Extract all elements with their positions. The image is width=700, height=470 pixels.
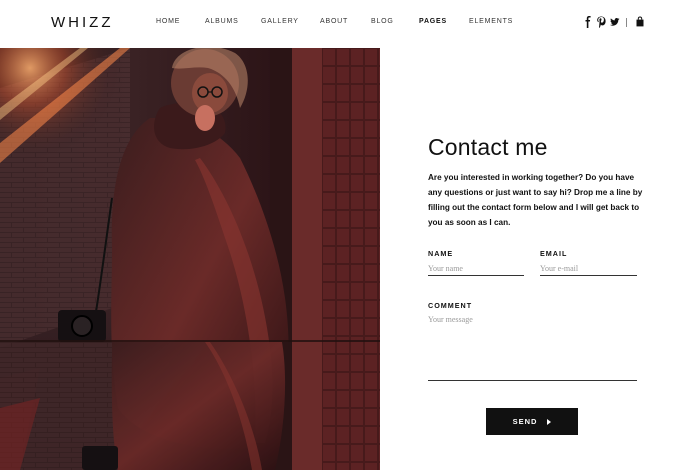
comment-label: COMMENT (428, 301, 473, 310)
nav-item-elements[interactable]: ELEMENTS (469, 18, 513, 25)
arrow-right-icon (547, 418, 552, 425)
pinterest-icon[interactable] (596, 16, 606, 29)
hero-photo (0, 48, 380, 470)
comment-textarea[interactable] (428, 315, 637, 381)
twitter-icon[interactable] (610, 16, 620, 28)
nav-item-albums[interactable]: ALBUMS (205, 18, 239, 25)
send-button[interactable]: SEND (486, 408, 578, 435)
name-label: NAME (428, 249, 454, 258)
nav-item-home[interactable]: HOME (156, 18, 180, 25)
nav-item-blog[interactable]: BLOG (371, 18, 394, 25)
email-label: EMAIL (540, 249, 568, 258)
contact-title: Contact me (428, 134, 548, 160)
shopping-bag-icon[interactable] (635, 16, 645, 28)
nav-item-about[interactable]: ABOUT (320, 18, 348, 25)
woman-night-street-image (0, 48, 380, 470)
contact-intro-text: Are you interested in working together? … (428, 173, 643, 227)
facebook-icon[interactable] (583, 16, 593, 28)
send-button-label: SEND (512, 417, 538, 426)
nav-item-gallery[interactable]: GALLERY (261, 18, 299, 25)
name-input[interactable] (428, 261, 524, 276)
social-divider (626, 18, 627, 27)
nav-item-pages[interactable]: PAGES (419, 18, 447, 25)
site-header: WHIZZ HOME ALBUMS GALLERY ABOUT BLOG PAG… (0, 0, 700, 48)
site-logo[interactable]: WHIZZ (51, 14, 113, 31)
email-input[interactable] (540, 261, 637, 276)
